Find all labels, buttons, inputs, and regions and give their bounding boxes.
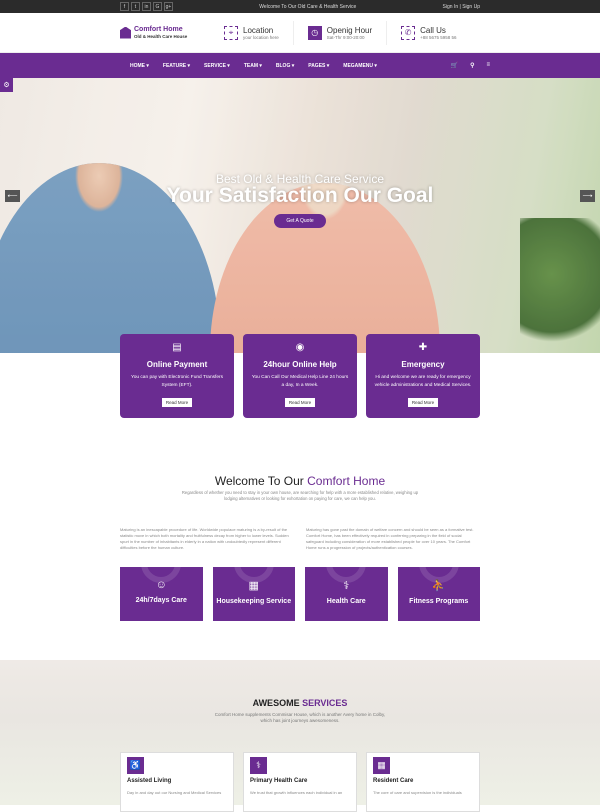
phone-icon: ✆ [401,25,416,40]
service-card-title: Primary Health Care [250,778,308,784]
logo-subtitle: Old & Health Care House [134,34,188,39]
get-quote-button[interactable]: Get A Quote [274,214,326,228]
feature-card-emergency: ✚ Emergency Hi and welcome we are ready … [366,334,480,418]
google-plus-icon[interactable]: g+ [164,2,173,11]
hours-info: ◷ Openig Hour Sat-Thr 9:00-20:00 [294,20,388,45]
welcome-message: Welcome To Our Old Care & Health Service [259,3,357,10]
service-card-title: Resident Care [373,778,414,784]
top-bar: f t in G g+ Welcome To Our Old Care & He… [0,0,600,13]
prev-slide-arrow-icon[interactable]: ⟵ [5,190,20,202]
search-icon[interactable]: ⚲ [470,62,474,69]
card-text: You can pay with Electronic Fund Transfe… [130,375,224,388]
logo-title: Comfort Home [134,26,183,33]
awesome-subtitle: Comfort Home supplements Commisar House,… [214,712,386,723]
google-icon[interactable]: G [153,2,162,11]
main-nav: HOME ▾ FEATURE ▾ SERVICE ▾ TEAM ▾ BLOG ▾… [0,53,600,78]
service-tile-care[interactable]: ☺ 24h/7days Care [120,567,203,621]
welcome-subtitle: Regardless of whether you need to stay i… [181,490,419,501]
read-more-button[interactable]: Read More [284,398,316,407]
signin-link[interactable]: Sign In [443,4,459,10]
card-title: Online Payment [146,360,208,369]
signup-link[interactable]: Sign Up [462,4,480,10]
welcome-title: Welcome To Our Comfort Home [214,474,386,488]
house-icon [120,26,131,39]
service-tiles: ☺ 24h/7days Care ▦ Housekeeping Service ⚕ H… [120,567,480,621]
medical-icon: ⚕ [250,757,267,774]
next-slide-arrow-icon[interactable]: ⟶ [580,190,595,202]
nav-service[interactable]: SERVICE ▾ [204,63,230,69]
awesome-title: AWESOME SERVICES [252,698,348,708]
nav-team[interactable]: TEAM ▾ [244,63,262,69]
service-tile-fitness[interactable]: ⛹ Fitness Programs [397,567,480,621]
nav-pages[interactable]: PAGES ▾ [308,63,329,69]
site-header: Comfort Home Old & Health Care House ⌖ L… [0,13,600,53]
hours-sub: Sat-Thr 9:00-20:00 [326,34,365,40]
facebook-icon[interactable]: f [120,2,129,11]
feature-cards: ▤ Online Payment You can pay with Electr… [120,334,480,418]
service-label: Fitness Programs [409,598,469,605]
awesome-services-section: AWESOME SERVICES Comfort Home supplement… [0,660,600,812]
service-card-text: Day in and day out our Nursing and Medic… [127,790,222,795]
nav-home[interactable]: HOME ▾ [130,63,149,69]
call-info: ✆ Call Us +88 5675 5958 56 [387,21,470,45]
welcome-column-left: Maturing is an inescapable procedure of … [120,527,289,550]
service-card-assisted[interactable]: ♿ Assisted Living Day in and day out our… [120,752,234,812]
hero-slider: ⚙ Best Old & Health Care Service Your Sa… [0,78,600,353]
feature-card-help: ◉ 24hour Online Help You Can Call Our Me… [243,334,357,418]
building-icon: ▦ [373,757,390,774]
call-title: Call Us [420,25,446,35]
menu-icon[interactable]: ≡ [486,62,490,69]
service-label: Health Care [326,598,366,605]
cart-icon[interactable]: 🛒 [451,62,458,69]
nav-feature[interactable]: FEATURE ▾ [163,63,190,69]
hours-title: Openig Hour [326,25,373,35]
call-sub: +88 5675 5958 56 [420,34,457,40]
hero-title: Your Satisfaction Our Goal [166,184,434,207]
welcome-column-right: Maturing has gone past the domain of wel… [306,527,474,550]
location-sub: your location here [243,34,279,40]
account-links: Sign In | Sign Up [442,3,480,10]
service-tile-housekeeping[interactable]: ▦ Housekeeping Service [212,567,295,621]
logo[interactable]: Comfort Home Old & Health Care House [120,26,210,39]
service-card-primary[interactable]: ⚕ Primary Health Care We trust that grow… [243,752,357,812]
service-card-title: Assisted Living [127,778,172,784]
clock-icon: ◷ [307,25,322,40]
service-card-text: We trust that growth influences each ind… [250,790,343,795]
read-more-button[interactable]: Read More [161,398,193,407]
card-text: Hi and welcome we are ready for emergenc… [374,375,472,388]
service-card-resident[interactable]: ▦ Resident Care The core of care and sup… [366,752,480,812]
service-card-text: The core of care and supervision is the … [373,790,462,795]
card-title: 24hour Online Help [263,360,337,369]
nav-blog[interactable]: BLOG ▾ [276,63,294,69]
settings-gear-icon[interactable]: ⚙ [0,78,13,92]
wheelchair-icon: ♿ [127,757,144,774]
card-title: Emergency [401,360,445,369]
nav-megamenu[interactable]: MEGAMENU ▾ [343,63,377,69]
location-info: ⌖ Location your location here [210,20,294,45]
feature-card-payment: ▤ Online Payment You can pay with Electr… [120,334,234,418]
social-links: f t in G g+ [120,2,173,11]
twitter-icon[interactable]: t [131,2,140,11]
ambulance-icon: ✚ [418,342,428,353]
welcome-columns: Maturing is an inescapable procedure of … [120,527,480,551]
location-title: Location [243,25,274,35]
service-tile-health[interactable]: ⚕ Health Care [305,567,388,621]
service-label: 24h/7days Care [135,597,187,604]
read-more-button[interactable]: Read More [407,398,439,407]
payment-icon: ▤ [172,342,182,353]
linkedin-icon[interactable]: in [142,2,151,11]
map-pin-icon: ⌖ [224,25,238,40]
service-label: Housekeeping Service [216,598,292,605]
support-icon: ◉ [295,342,305,353]
card-text: You Can Call Our Medical Help Line 24 ho… [251,375,349,388]
